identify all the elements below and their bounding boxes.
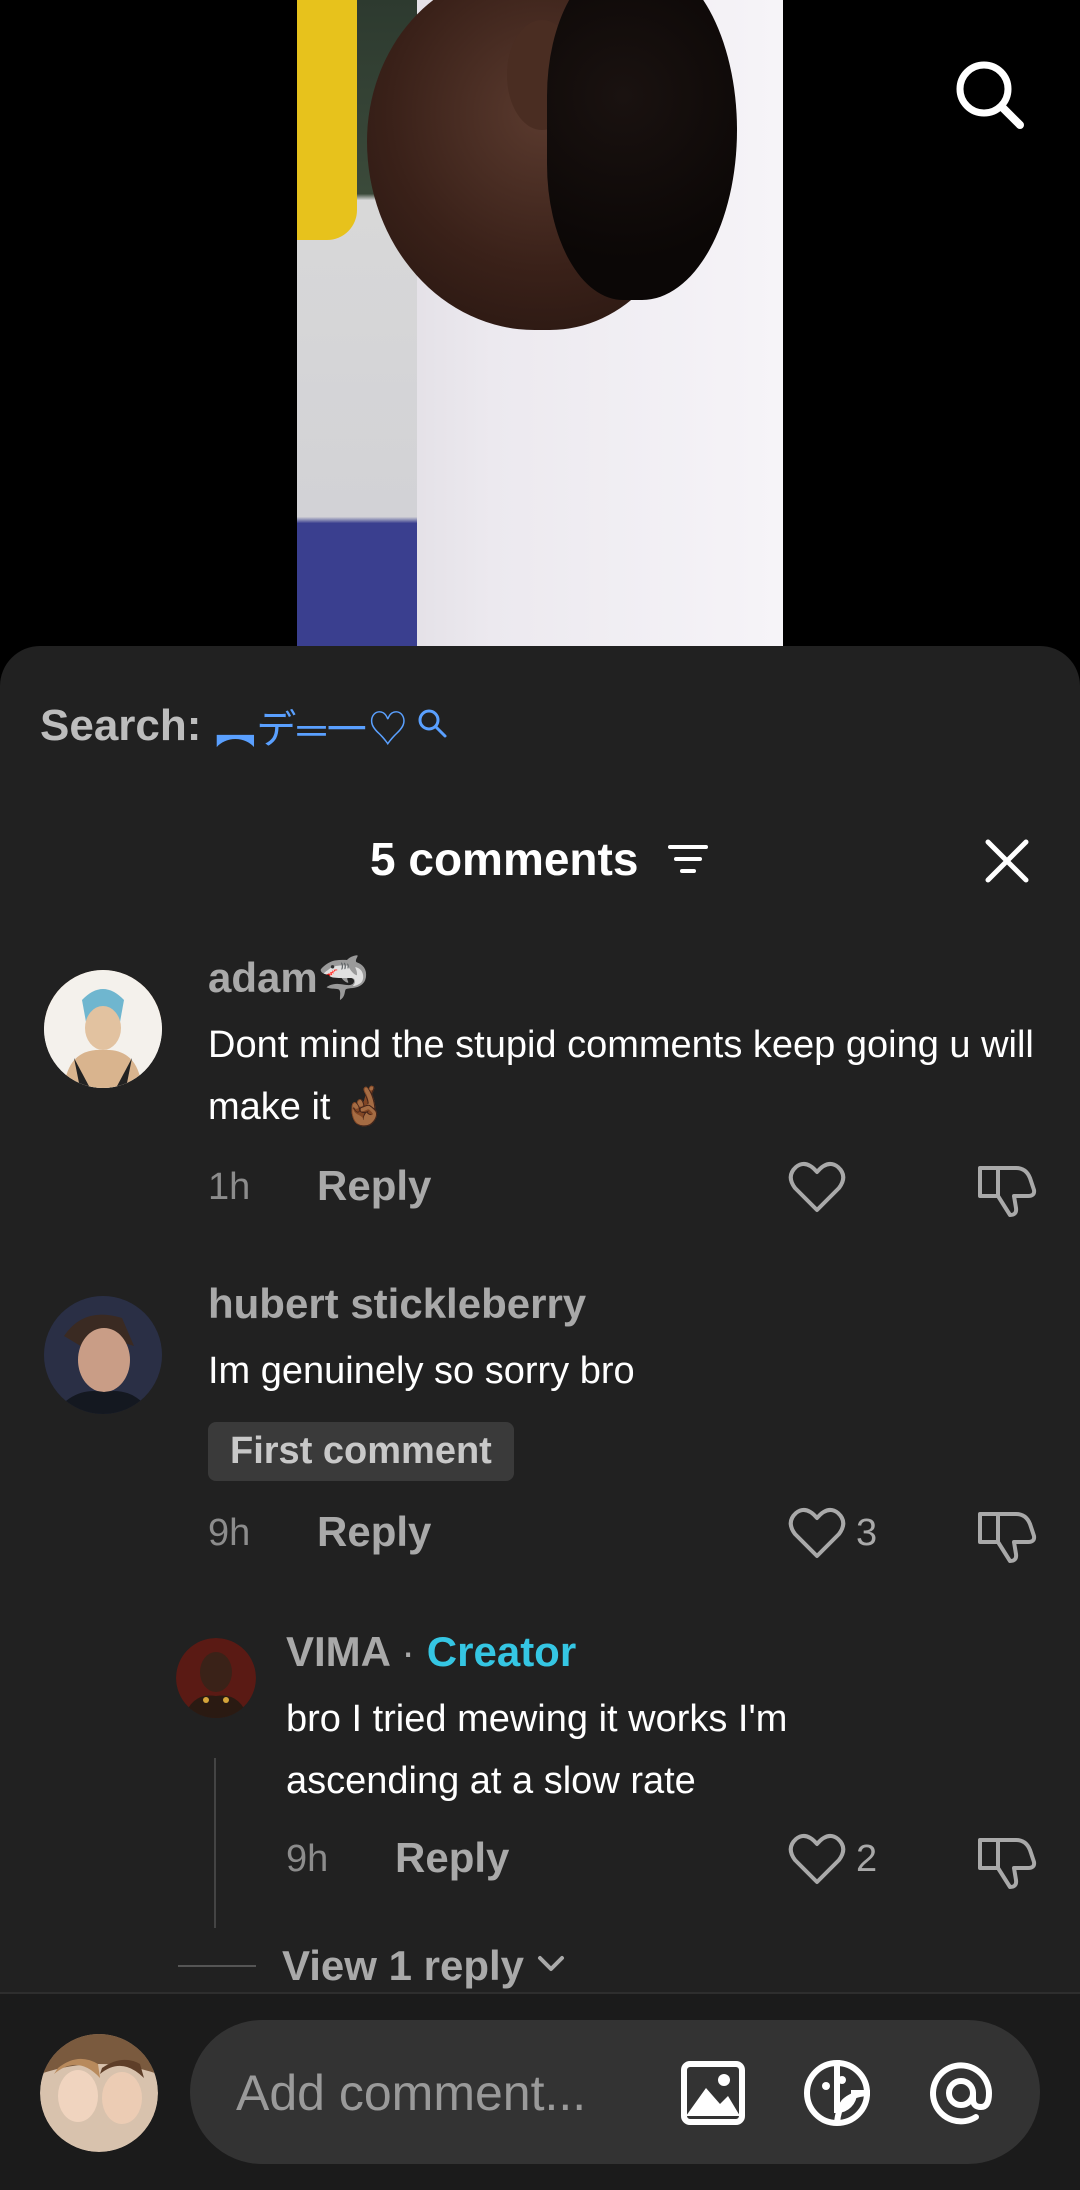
comments-count-title: 5 comments [370, 833, 639, 885]
avatar[interactable] [44, 1296, 162, 1414]
close-icon[interactable] [982, 836, 1032, 886]
video-thumbnail[interactable] [297, 0, 783, 646]
comment-text: Dont mind the stupid comments keep going… [208, 1024, 1034, 1128]
heart-icon [788, 1833, 846, 1884]
search-term[interactable]: ︻デ═一♡ [215, 697, 408, 755]
dislike-button[interactable] [976, 1506, 1038, 1569]
search-label: Search: [40, 701, 202, 750]
avatar[interactable] [44, 970, 162, 1088]
like-button[interactable] [788, 1160, 846, 1214]
view-replies-button[interactable]: View 1 reply [178, 1942, 566, 1990]
mention-icon[interactable] [926, 2058, 996, 2128]
reply-username-row: VIMA · Creator [286, 1628, 576, 1676]
first-comment-badge: First comment [208, 1422, 514, 1481]
avatar[interactable] [176, 1638, 256, 1718]
dislike-button[interactable] [976, 1832, 1038, 1895]
reply-button[interactable]: Reply [317, 1162, 431, 1210]
heart-icon [788, 1507, 846, 1558]
comment-username[interactable]: hubert stickleberry [208, 1280, 586, 1328]
thumbs-down-icon [978, 1838, 1037, 1889]
comment-input-bar [0, 1992, 1080, 2190]
sort-icon[interactable] [668, 842, 708, 876]
like-button[interactable]: 2 [788, 1832, 877, 1886]
reply-text: bro I tried mewing it works I'm ascendin… [286, 1698, 788, 1802]
search-suggestion[interactable]: Search: ︻デ═一♡ [40, 698, 449, 754]
video-collar [297, 0, 357, 240]
comment-text: Im genuinely so sorry bro [208, 1350, 635, 1392]
like-count: 3 [856, 1511, 878, 1554]
search-term-text: ︻デ═一 [215, 708, 368, 752]
search-icon[interactable] [950, 55, 1030, 135]
reply-button[interactable]: Reply [317, 1508, 431, 1556]
view-replies-line [178, 1965, 256, 1967]
separator: · [401, 1628, 416, 1675]
search-term-suffix: ♡ [367, 708, 409, 752]
sticker-icon[interactable] [802, 2058, 872, 2128]
search-suggestion-icon [415, 707, 449, 746]
chevron-down-icon [536, 1954, 566, 1979]
comment-username[interactable]: adam🦈 [208, 954, 370, 1003]
dislike-button[interactable] [976, 1160, 1038, 1223]
reply-username[interactable]: VIMA [286, 1628, 389, 1675]
view-replies-label: View 1 reply [282, 1942, 525, 1989]
comment-time: 1h [208, 1166, 251, 1208]
thumbs-down-icon [978, 1166, 1037, 1217]
comment-input[interactable] [234, 2056, 638, 2130]
reply-button[interactable]: Reply [395, 1834, 509, 1882]
like-count: 2 [856, 1837, 878, 1880]
reply-time: 9h [286, 1838, 329, 1880]
image-icon[interactable] [678, 2058, 748, 2128]
creator-label: Creator [426, 1628, 577, 1675]
video-hair [547, 0, 737, 300]
video-area[interactable] [0, 0, 1080, 650]
thumbs-down-icon [978, 1512, 1037, 1563]
heart-icon [788, 1161, 846, 1212]
thread-line [214, 1758, 216, 1928]
comment-input-pill [190, 2020, 1040, 2164]
comments-header: 5 comments [0, 824, 1080, 894]
comment-time: 9h [208, 1512, 251, 1554]
like-button[interactable]: 3 [788, 1506, 877, 1560]
current-user-avatar[interactable] [40, 2034, 158, 2152]
